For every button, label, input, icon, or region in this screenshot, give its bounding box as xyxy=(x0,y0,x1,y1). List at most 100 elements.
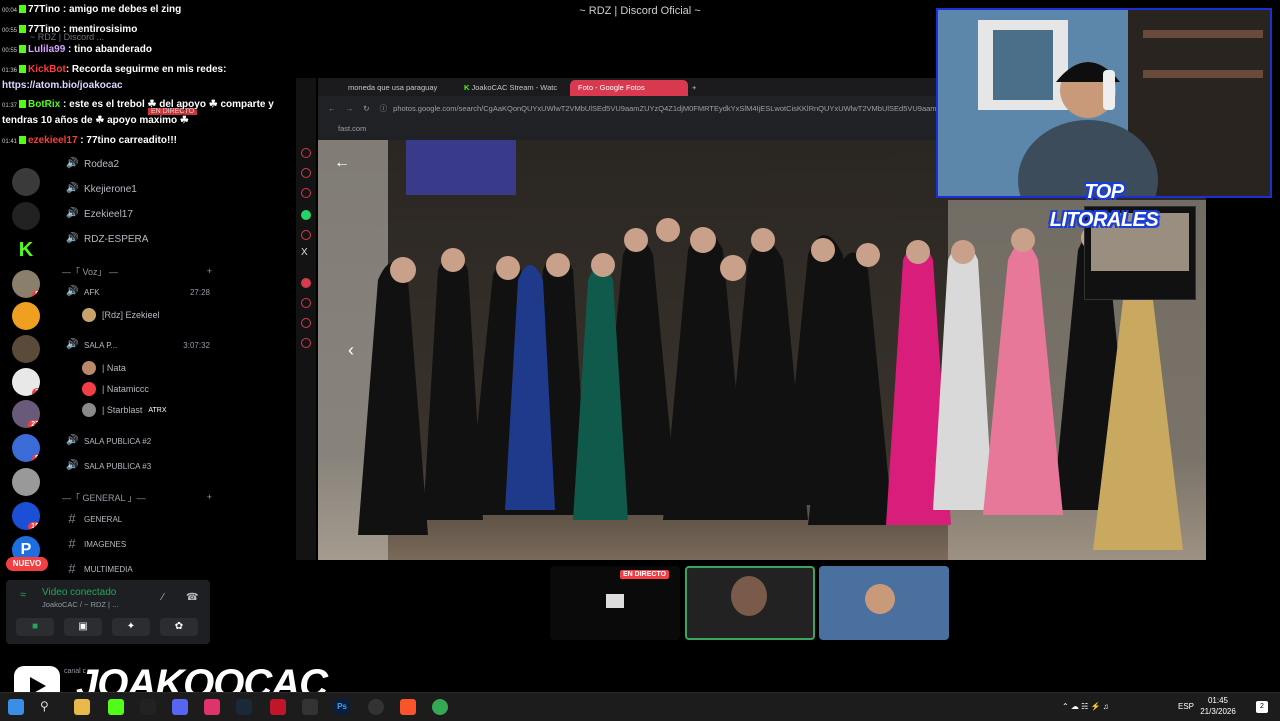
sidebar-icon[interactable] xyxy=(301,168,311,178)
app-icon[interactable] xyxy=(270,699,286,715)
brave-icon[interactable] xyxy=(400,699,416,715)
new-badge[interactable]: NUEVO xyxy=(6,557,48,571)
voice-channel-sala[interactable]: 🔊 SALA P... 3:07:32 xyxy=(56,335,216,355)
stream-tile[interactable]: EN DIRECTO xyxy=(550,566,680,640)
server-icon[interactable] xyxy=(12,168,40,196)
category-voz[interactable]: —「 Voz」 — + xyxy=(62,263,212,279)
forward-icon[interactable]: → xyxy=(346,104,354,113)
server-rail: K 8 3 23 5 18 P xyxy=(0,150,52,570)
new-tab-button[interactable]: + xyxy=(684,80,702,96)
voice-channel[interactable]: 🔊 Rodea2 xyxy=(56,154,216,174)
participant-video xyxy=(865,584,895,614)
disconnect-icon[interactable]: ☎ xyxy=(186,592,198,603)
instagram-icon[interactable] xyxy=(301,230,311,240)
sidebar-icon[interactable] xyxy=(301,298,311,308)
whatsapp-icon[interactable] xyxy=(301,210,311,220)
chrome-icon[interactable] xyxy=(432,699,448,715)
x-icon[interactable]: X xyxy=(301,247,308,258)
back-arrow-icon[interactable]: ← xyxy=(334,154,350,172)
speaker-icon: 🔊 xyxy=(66,460,79,471)
voice-channel[interactable]: 🔊 Ezekieel17 xyxy=(56,204,216,224)
sidebar-icon[interactable] xyxy=(301,188,311,198)
voice-channel[interactable]: 🔊 SALA PUBLICA #2 xyxy=(56,431,216,451)
stream-tile[interactable] xyxy=(819,566,949,640)
chat-link[interactable]: https://atom.bio/joakocac xyxy=(2,80,123,91)
server-icon[interactable] xyxy=(12,302,40,330)
speaker-icon: 🔊 xyxy=(66,208,79,219)
clock-time[interactable]: 01:45 xyxy=(1198,696,1238,705)
sidebar-icon[interactable] xyxy=(301,278,311,288)
voice-channel[interactable]: 🔊 RDZ-ESPERA xyxy=(56,229,216,249)
file-explorer-icon[interactable] xyxy=(74,699,90,715)
obs-icon[interactable] xyxy=(368,699,384,715)
voice-status: Video conectado xyxy=(42,587,117,598)
kick-server-icon[interactable]: K xyxy=(12,236,40,264)
voice-channel-name: JoakoCAC / ~ RDZ | ... xyxy=(42,600,119,609)
voice-user[interactable]: | Starblast ATRX xyxy=(82,402,167,418)
speaker-icon: 🔊 xyxy=(66,286,79,297)
language-indicator[interactable]: ESP xyxy=(1178,702,1194,711)
stream-tile-active[interactable] xyxy=(685,566,815,640)
add-icon[interactable]: + xyxy=(207,492,212,502)
server-icon[interactable] xyxy=(12,335,40,363)
add-icon[interactable]: + xyxy=(207,266,212,276)
server-icon[interactable]: 5 xyxy=(12,434,40,462)
browser-sidebar: X xyxy=(296,78,316,560)
server-icon[interactable]: 18 xyxy=(12,502,40,530)
app-icon[interactable] xyxy=(204,699,220,715)
start-icon[interactable] xyxy=(8,699,24,715)
chat-message: 01:36 KickBot: Recorda seguirme en mis re… xyxy=(2,64,227,75)
webcam-overlay xyxy=(936,8,1272,198)
text-channel[interactable]: # IMAGENES xyxy=(56,534,216,554)
tab[interactable]: moneda que usa paraguay xyxy=(340,80,458,96)
discord-icon[interactable] xyxy=(172,699,188,715)
voice-user[interactable]: | Natamiccc xyxy=(82,381,149,397)
participant-video xyxy=(731,576,767,616)
reload-icon[interactable]: ↻ xyxy=(363,104,369,113)
sidebar-icon[interactable] xyxy=(301,338,311,348)
server-icon[interactable]: 23 xyxy=(12,400,40,428)
search-icon[interactable]: ⚲ xyxy=(40,699,56,715)
screen-share-button[interactable]: ▣ xyxy=(64,618,102,636)
speaker-icon: 🔊 xyxy=(66,183,79,194)
noise-suppression-icon[interactable]: ⁄ xyxy=(162,592,164,603)
previous-icon[interactable]: ‹ xyxy=(348,340,354,361)
server-icon[interactable]: 8 xyxy=(12,270,40,298)
epic-games-icon[interactable] xyxy=(302,699,318,715)
server-icon[interactable]: 3 xyxy=(12,368,40,396)
site-info-icon[interactable]: ⓘ xyxy=(380,104,388,113)
soundboard-button[interactable]: ✿ xyxy=(160,618,198,636)
kick-icon: K xyxy=(464,83,470,92)
avatar xyxy=(82,382,96,396)
photoshop-icon[interactable]: Ps xyxy=(334,699,350,715)
voice-user[interactable]: [Rdz] Ezekieel xyxy=(82,307,160,323)
voice-user[interactable]: | Nata xyxy=(82,360,126,376)
notification-count[interactable]: 2 xyxy=(1256,701,1268,713)
bookmark[interactable]: fast.com xyxy=(338,124,366,133)
speaker-icon: 🔊 xyxy=(66,158,79,169)
camera-button[interactable]: ■ xyxy=(16,618,54,636)
voice-channel[interactable]: 🔊 SALA PUBLICA #3 xyxy=(56,456,216,476)
server-icon[interactable] xyxy=(12,202,40,230)
voice-channel-afk[interactable]: 🔊 AFK 27:28 xyxy=(56,282,216,302)
tray-icons[interactable]: ⌃ ☁ ☵ ⚡ ♫ xyxy=(1062,702,1152,711)
server-icon[interactable] xyxy=(12,468,40,496)
sidebar-icon[interactable] xyxy=(301,318,311,328)
text-channel[interactable]: # GENERAL xyxy=(56,509,216,529)
tab-active[interactable]: Foto - Google Fotos xyxy=(570,80,688,96)
back-icon[interactable]: ← xyxy=(328,104,336,113)
screen-share-icon: ▣ xyxy=(78,621,88,632)
app-icon[interactable] xyxy=(108,699,124,715)
voice-channel[interactable]: 🔊 Kkejierone1 xyxy=(56,179,216,199)
chat-message: 00:04 77Tino : amigo me debes el zing xyxy=(2,4,182,15)
tiktok-icon[interactable] xyxy=(140,699,156,715)
tab[interactable]: K JoakoCAC Stream - Watc xyxy=(456,80,574,96)
top-litorales-logo: TOP LITORALES xyxy=(1049,181,1159,231)
text-channel[interactable]: # MULTIMEDIA xyxy=(56,559,216,579)
sidebar-icon[interactable] xyxy=(301,148,311,158)
activities-button[interactable]: ✦ xyxy=(112,618,150,636)
category-general[interactable]: —「 GENERAL 」— + xyxy=(62,489,212,505)
steam-icon[interactable] xyxy=(236,699,252,715)
clock-date[interactable]: 21/3/2026 xyxy=(1194,707,1242,716)
speaker-icon: 🔊 xyxy=(66,233,79,244)
